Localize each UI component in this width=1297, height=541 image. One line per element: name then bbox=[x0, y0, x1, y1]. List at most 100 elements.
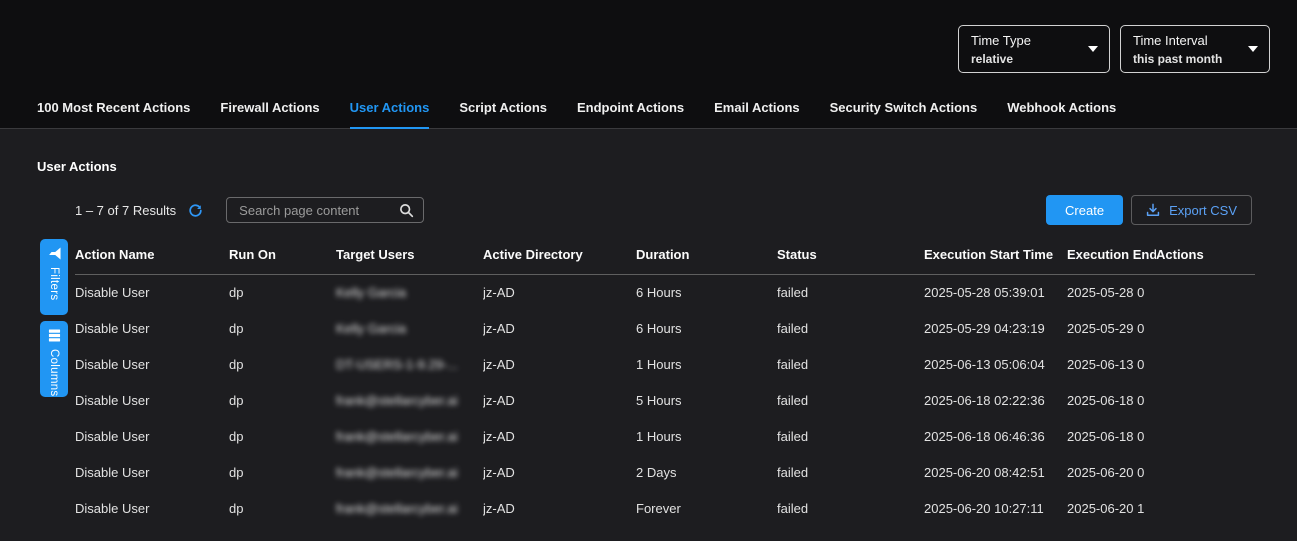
table-row: Disable User dp DT-USERS-1-9.29-... jz-A… bbox=[75, 347, 1255, 383]
chevron-down-icon bbox=[1248, 46, 1258, 52]
cell-run-on: dp bbox=[229, 491, 336, 527]
cell-duration: 1 Hours bbox=[636, 419, 777, 455]
cell-target-users-redacted: frank@stellarcyber.ai bbox=[336, 419, 483, 455]
cell-status: failed bbox=[777, 275, 924, 311]
cell-execution-end-time: 2025-05-28 0 bbox=[1067, 275, 1156, 311]
cell-run-on: dp bbox=[229, 311, 336, 347]
download-icon bbox=[1146, 203, 1160, 217]
cell-actions bbox=[1156, 455, 1255, 491]
columns-button-label: Columns bbox=[48, 349, 60, 396]
cell-active-directory: jz-AD bbox=[483, 419, 636, 455]
cell-action-name: Disable User bbox=[75, 275, 229, 311]
cell-execution-end-time: 2025-06-20 0 bbox=[1067, 455, 1156, 491]
create-button[interactable]: Create bbox=[1046, 195, 1123, 225]
col-header-status: Status bbox=[777, 241, 924, 275]
time-type-value: relative bbox=[971, 52, 1083, 66]
cell-duration: Forever bbox=[636, 491, 777, 527]
cell-duration: 2 Days bbox=[636, 455, 777, 491]
cell-status: failed bbox=[777, 383, 924, 419]
cell-target-users-redacted: Kelly Garcia bbox=[336, 311, 483, 347]
cell-target-users-redacted: frank@stellarcyber.ai bbox=[336, 455, 483, 491]
cell-target-users-redacted: frank@stellarcyber.ai bbox=[336, 383, 483, 419]
cell-action-name: Disable User bbox=[75, 419, 229, 455]
cell-duration: 5 Hours bbox=[636, 383, 777, 419]
cell-target-users-redacted: Kelly Garcia bbox=[336, 275, 483, 311]
export-csv-button[interactable]: Export CSV bbox=[1131, 195, 1252, 225]
table-row: Disable User dp Kelly Garcia jz-AD 6 Hou… bbox=[75, 311, 1255, 347]
table-row: Disable User dp frank@stellarcyber.ai jz… bbox=[75, 383, 1255, 419]
cell-status: failed bbox=[777, 311, 924, 347]
tab-email-actions[interactable]: Email Actions bbox=[714, 100, 799, 129]
columns-icon bbox=[48, 329, 61, 342]
user-actions-table-area: Filters Columns Action Name Ru bbox=[0, 241, 1297, 527]
table-header-row: Action Name Run On Target Users Active D… bbox=[75, 241, 1255, 275]
cell-active-directory: jz-AD bbox=[483, 275, 636, 311]
tab-webhook-actions[interactable]: Webhook Actions bbox=[1007, 100, 1116, 129]
tab-security-switch-actions[interactable]: Security Switch Actions bbox=[830, 100, 978, 129]
table-row: Disable User dp frank@stellarcyber.ai jz… bbox=[75, 491, 1255, 527]
cell-status: failed bbox=[777, 455, 924, 491]
col-header-duration: Duration bbox=[636, 241, 777, 275]
cell-execution-end-time: 2025-05-29 0 bbox=[1067, 311, 1156, 347]
cell-execution-end-time: 2025-06-18 0 bbox=[1067, 419, 1156, 455]
table-row: Disable User dp frank@stellarcyber.ai jz… bbox=[75, 455, 1255, 491]
cell-status: failed bbox=[777, 347, 924, 383]
time-interval-dropdown[interactable]: Time Interval this past month bbox=[1120, 25, 1270, 73]
cell-actions bbox=[1156, 491, 1255, 527]
cell-actions bbox=[1156, 383, 1255, 419]
cell-execution-start-time: 2025-06-13 05:06:04 bbox=[924, 347, 1067, 383]
tab-script-actions[interactable]: Script Actions bbox=[459, 100, 547, 129]
tab-100-most-recent-actions[interactable]: 100 Most Recent Actions bbox=[37, 100, 190, 129]
cell-action-name: Disable User bbox=[75, 491, 229, 527]
columns-button[interactable]: Columns bbox=[40, 321, 68, 397]
cell-execution-end-time: 2025-06-13 0 bbox=[1067, 347, 1156, 383]
refresh-button[interactable] bbox=[186, 201, 204, 219]
cell-execution-start-time: 2025-05-28 05:39:01 bbox=[924, 275, 1067, 311]
top-bar: Time Type relative Time Interval this pa… bbox=[0, 0, 1297, 129]
tab-endpoint-actions[interactable]: Endpoint Actions bbox=[577, 100, 684, 129]
cell-duration: 6 Hours bbox=[636, 275, 777, 311]
main-content: User Actions 1 – 7 of 7 Results Create bbox=[0, 129, 1297, 541]
cell-execution-end-time: 2025-06-20 1 bbox=[1067, 491, 1156, 527]
cell-execution-start-time: 2025-05-29 04:23:19 bbox=[924, 311, 1067, 347]
tab-firewall-actions[interactable]: Firewall Actions bbox=[220, 100, 319, 129]
cell-run-on: dp bbox=[229, 347, 336, 383]
cell-duration: 6 Hours bbox=[636, 311, 777, 347]
cell-run-on: dp bbox=[229, 275, 336, 311]
col-header-action-name: Action Name bbox=[75, 241, 229, 275]
results-count: 1 – 7 of 7 Results bbox=[75, 203, 176, 218]
cell-execution-start-time: 2025-06-20 08:42:51 bbox=[924, 455, 1067, 491]
col-header-run-on: Run On bbox=[229, 241, 336, 275]
chevron-down-icon bbox=[1088, 46, 1098, 52]
col-header-execution-start-time: Execution Start Time bbox=[924, 241, 1067, 275]
cell-run-on: dp bbox=[229, 419, 336, 455]
filters-button[interactable]: Filters bbox=[40, 239, 68, 315]
page-title: User Actions bbox=[0, 129, 1297, 174]
filters-button-label: Filters bbox=[48, 267, 60, 300]
export-csv-label: Export CSV bbox=[1169, 203, 1237, 218]
cell-execution-start-time: 2025-06-18 06:46:36 bbox=[924, 419, 1067, 455]
cell-execution-start-time: 2025-06-20 10:27:11 bbox=[924, 491, 1067, 527]
user-actions-table: Action Name Run On Target Users Active D… bbox=[75, 241, 1255, 527]
time-interval-label: Time Interval bbox=[1133, 33, 1243, 48]
cell-actions bbox=[1156, 275, 1255, 311]
cell-run-on: dp bbox=[229, 383, 336, 419]
cell-run-on: dp bbox=[229, 455, 336, 491]
cell-active-directory: jz-AD bbox=[483, 383, 636, 419]
search-input[interactable] bbox=[237, 202, 399, 219]
col-header-active-directory: Active Directory bbox=[483, 241, 636, 275]
cell-active-directory: jz-AD bbox=[483, 311, 636, 347]
cell-target-users-redacted: frank@stellarcyber.ai bbox=[336, 491, 483, 527]
cell-duration: 1 Hours bbox=[636, 347, 777, 383]
toolbar: 1 – 7 of 7 Results Create bbox=[0, 195, 1297, 225]
cell-execution-end-time: 2025-06-18 0 bbox=[1067, 383, 1156, 419]
table-row: Disable User dp frank@stellarcyber.ai jz… bbox=[75, 419, 1255, 455]
actions-tab-bar: 100 Most Recent Actions Firewall Actions… bbox=[37, 100, 1116, 129]
col-header-target-users: Target Users bbox=[336, 241, 483, 275]
tab-user-actions[interactable]: User Actions bbox=[350, 100, 430, 129]
cell-execution-start-time: 2025-06-18 02:22:36 bbox=[924, 383, 1067, 419]
time-type-dropdown[interactable]: Time Type relative bbox=[958, 25, 1110, 73]
cell-action-name: Disable User bbox=[75, 383, 229, 419]
cell-actions bbox=[1156, 347, 1255, 383]
cell-actions bbox=[1156, 419, 1255, 455]
